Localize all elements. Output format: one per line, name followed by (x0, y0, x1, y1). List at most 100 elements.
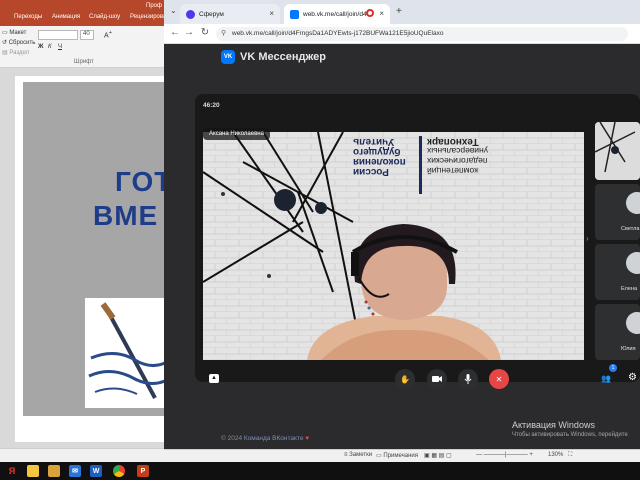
raise-hand-button[interactable]: ✋ (395, 369, 415, 389)
browser-window: ⌄ Сферум × web.vk.me/call/join/d4f × + ←… (164, 0, 640, 462)
tab-close-icon[interactable]: × (269, 9, 274, 18)
layout-button[interactable]: ▭ Макет (2, 29, 26, 36)
ppt-tab-review[interactable]: Рецензирова (130, 14, 166, 20)
ppt-tab-animations[interactable]: Анимация (52, 14, 80, 20)
reload-icon[interactable]: ↻ (198, 27, 212, 38)
call-window: 46:20 Аксана Николаевна России поколения… (195, 94, 640, 389)
site-info-icon[interactable]: ⚲ (221, 27, 226, 41)
section-button[interactable]: ▤ Раздел (2, 49, 29, 56)
browser-toolbar: ← → ↻ ⚲ web.vk.me/call/join/d4FrngsDa1AD… (164, 24, 640, 44)
participant-tile-video[interactable] (595, 122, 640, 180)
wall-text-line: России (353, 166, 389, 177)
ppt-workspace: ГОТ ВМЕ (0, 68, 175, 448)
participant-tile[interactable]: Юлия (595, 304, 640, 360)
tab-close-icon[interactable]: × (379, 9, 384, 18)
participant-name: Елена (621, 286, 638, 292)
address-bar[interactable]: ⚲ web.vk.me/call/join/d4FrngsDa1ADYEwts-… (216, 27, 628, 41)
zoom-level[interactable]: 130% (548, 452, 563, 458)
vk-messenger-logo[interactable]: VK VK Мессенджер (221, 50, 326, 64)
chrome-icon[interactable] (113, 465, 125, 477)
forward-arrow-icon[interactable]: → (182, 27, 196, 38)
reset-button[interactable]: ↺ Сбросить (2, 39, 35, 46)
wall-text-line: Технопарк (427, 136, 479, 147)
vk-favicon-icon (290, 9, 299, 19)
settings-gear-icon[interactable]: ⚙ (628, 372, 637, 383)
participant-tile[interactable]: Елена (595, 244, 640, 300)
slide-illustration (85, 298, 175, 408)
vk-brand-name: VK Мессенджер (240, 51, 326, 63)
camera-icon (432, 376, 442, 382)
ppt-tab-slideshow[interactable]: Слайд-шоу (89, 14, 120, 20)
tab-search-icon[interactable]: ⌄ (170, 6, 177, 15)
participants-icon[interactable]: 👥 (601, 374, 611, 383)
slide-canvas[interactable]: ГОТ ВМЕ (15, 76, 175, 442)
italic-button[interactable]: К (48, 44, 52, 50)
avatar (626, 252, 640, 274)
bold-button[interactable]: Ж (38, 44, 43, 50)
main-video-feed[interactable]: России поколения будущего Учитель компет… (203, 132, 584, 360)
participants-count-badge: 1 (609, 364, 617, 372)
call-timer: 46:20 (203, 102, 220, 109)
slide-title-line2: ВМЕ (93, 200, 159, 231)
tab-label: web.vk.me/call/join/d4f (303, 10, 369, 18)
new-tab-button[interactable]: + (396, 6, 402, 17)
vk-logo-icon: VK (221, 50, 235, 64)
speaker-name-chip: Аксана Николаевна (203, 128, 270, 140)
wall-text-line: поколения (353, 156, 406, 167)
team-link[interactable]: Команда ВКонтакте (244, 435, 304, 442)
comments-label: Примечания (383, 453, 418, 459)
browser-tab-strip: ⌄ Сферум × web.vk.me/call/join/d4f × + (164, 0, 640, 24)
folder-icon[interactable] (48, 465, 60, 477)
back-arrow-icon[interactable]: ← (168, 27, 182, 38)
grow-font-icon[interactable]: A+ (104, 30, 112, 39)
reset-label: Сбросить (8, 40, 36, 46)
wall-text-line: будущего (353, 146, 401, 157)
microphone-button[interactable] (458, 369, 478, 389)
notes-button[interactable]: ≡ Заметки (344, 452, 372, 458)
font-group-label: Шрифт (74, 59, 94, 65)
vk-messenger-page: VK VK Мессенджер 46:20 Аксана Николаевна (164, 44, 640, 462)
browser-tab-vk-call[interactable]: web.vk.me/call/join/d4f × (284, 4, 390, 24)
wall-text-line: педагогических (427, 156, 488, 166)
participant-name: Юлия (621, 346, 636, 352)
end-call-button[interactable]: ✕ (489, 369, 509, 389)
ppt-tab-transitions[interactable]: Переходы (14, 14, 42, 20)
browser-tab-sferum[interactable]: Сферум × (180, 4, 280, 24)
chevron-right-icon[interactable]: › (586, 234, 589, 243)
powerpoint-icon[interactable]: P (137, 465, 149, 477)
notes-label: Заметки (349, 452, 373, 458)
avatar (626, 192, 640, 214)
comments-button[interactable]: ▭ Примечания (376, 452, 418, 459)
wall-text-line: Учитель (353, 136, 395, 147)
zoom-slider[interactable]: — ─────|───── + (476, 452, 533, 458)
wall-text-line: универсальных (427, 146, 488, 156)
windows-activation-watermark: Активация Windows Чтобы активировать Win… (512, 420, 628, 438)
mail-icon[interactable]: ✉ (69, 465, 81, 477)
screen-share-icon[interactable]: ▲ (209, 374, 219, 383)
ppt-status-bar: ≡ Заметки ▭ Примечания ▣ ▦ ▤ ▢ — ─────|─… (164, 449, 640, 462)
vk-footer: © 2024 Команда ВКонтакте ♥ (221, 435, 309, 442)
ppt-title-fragment: Проф (146, 3, 162, 9)
fit-slide-icon[interactable]: ⛶ (568, 452, 572, 459)
underline-button[interactable]: Ч (58, 44, 62, 50)
activation-subtitle: Чтобы активировать Windows, перейдите (512, 432, 628, 438)
activation-title: Активация Windows (512, 420, 595, 430)
windows-taskbar: Я ✉ W P (0, 462, 640, 480)
wall-text-line: компетенций (427, 166, 479, 176)
layout-label: Макет (9, 30, 27, 36)
yandex-browser-icon[interactable]: Я (6, 465, 18, 477)
wall-text-left: России поколения будущего Учитель (353, 136, 415, 177)
file-explorer-icon[interactable] (27, 465, 39, 477)
sferum-favicon-icon (186, 9, 195, 19)
font-name-field[interactable] (38, 30, 78, 40)
font-size-field[interactable]: 40 (80, 30, 94, 40)
camera-button[interactable] (427, 369, 447, 389)
heart-icon: ♥ (305, 435, 310, 442)
word-icon[interactable]: W (90, 465, 102, 477)
participant-tile[interactable]: Светла (595, 184, 640, 240)
section-label: Раздел (9, 50, 30, 56)
view-buttons[interactable]: ▣ ▦ ▤ ▢ (424, 452, 452, 459)
microphone-icon (464, 374, 472, 384)
address-url: web.vk.me/call/join/d4FrngsDa1ADYEwts-j1… (232, 30, 444, 37)
copyright-text: © 2024 (221, 435, 243, 442)
